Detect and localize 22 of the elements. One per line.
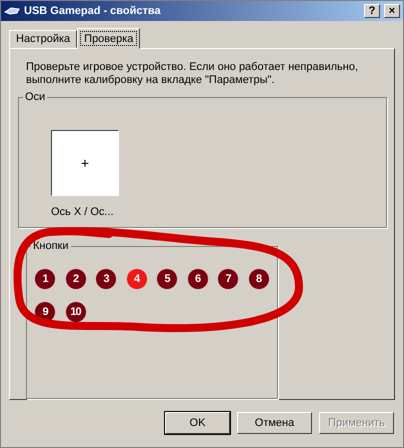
dialog-button[interactable]: OK [165, 412, 230, 434]
description-text: Проверьте игровое устройство. Если оно работает неправильно, выполните калибровку на вкладке "Параметры". [26, 61, 360, 87]
button-indicator: 8 [248, 268, 268, 289]
group-title: Кнопки [31, 240, 71, 252]
crosshair: + [80, 155, 90, 171]
button-indicator: 2 [66, 268, 86, 289]
dialog-button[interactable]: Отмена [237, 412, 312, 434]
button-indicator: 10 [66, 302, 86, 322]
tab[interactable]: Проверка [77, 28, 140, 49]
button-indicator: 5 [157, 268, 177, 289]
button-indicator: 4 [126, 268, 146, 289]
tab[interactable]: Настройка [9, 30, 78, 48]
button-indicator: 3 [96, 268, 116, 289]
window-title: USB Gamepad - свойства [24, 5, 162, 17]
close-button[interactable]: × [384, 4, 400, 18]
button-indicator: 7 [218, 268, 238, 289]
help-button[interactable]: ? [364, 4, 380, 18]
gamepad-icon [4, 5, 20, 17]
axis-label: Ось X / Ос... [51, 206, 115, 218]
button-indicator: 6 [188, 268, 208, 289]
button-indicator: 1 [35, 268, 55, 289]
group-title: Оси [23, 91, 48, 103]
